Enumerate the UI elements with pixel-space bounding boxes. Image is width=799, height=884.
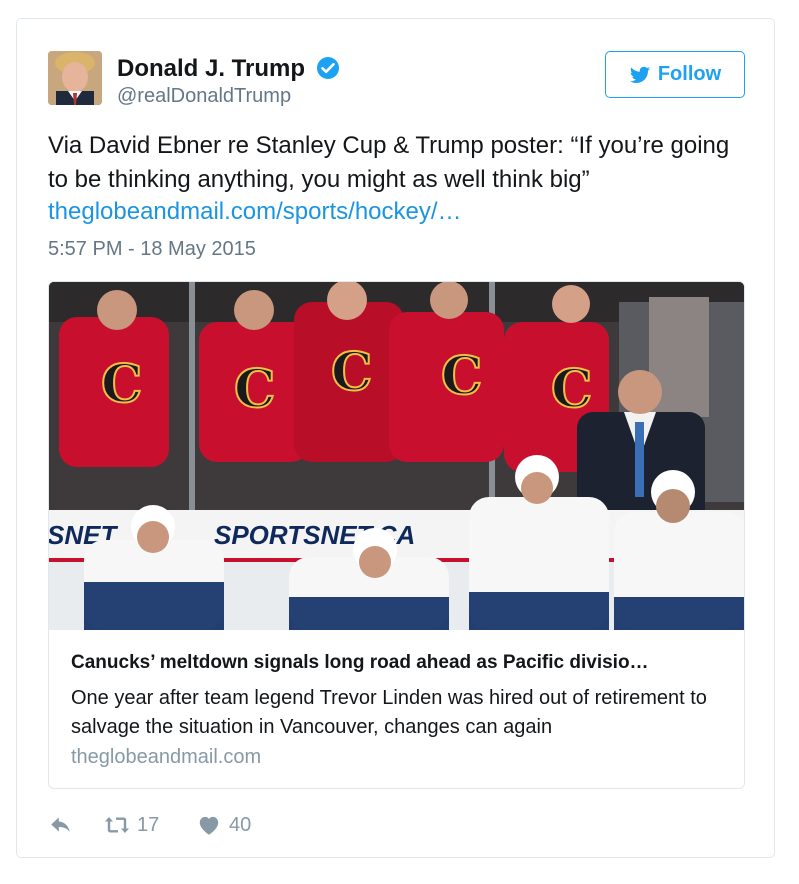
author-avatar[interactable] xyxy=(48,51,102,105)
card-domain[interactable]: theglobeandmail.com xyxy=(71,746,261,769)
hockey-bench-photo: C C C C C SNET SPORTSNET.CA xyxy=(49,282,744,630)
heart-icon xyxy=(199,816,219,835)
twitter-bird-icon xyxy=(629,66,650,83)
tweet-text: Via David Ebner re Stanley Cup & Trump p… xyxy=(48,132,730,193)
reply-icon xyxy=(51,817,70,832)
follow-button[interactable]: Follow xyxy=(605,51,745,98)
author-handle[interactable]: @realDonaldTrump xyxy=(117,85,291,108)
retweet-icon xyxy=(105,817,129,833)
reply-button[interactable] xyxy=(48,812,74,838)
tweet-card: Donald J. Trump @realDonaldTrump Follow … xyxy=(16,18,775,858)
like-button[interactable]: 40 xyxy=(196,812,251,838)
verified-badge-icon xyxy=(317,57,339,79)
retweet-button[interactable]: 17 xyxy=(104,812,159,838)
tweet-link[interactable]: theglobeandmail.com/sports/hockey/… xyxy=(48,198,462,226)
author-name[interactable]: Donald J. Trump xyxy=(117,55,305,83)
svg-text:C: C xyxy=(101,354,142,415)
link-preview-card[interactable]: C C C C C SNET SPORTSNET.CA Canucks’ mel… xyxy=(48,281,745,789)
svg-text:C: C xyxy=(234,359,275,420)
follow-label: Follow xyxy=(657,63,722,85)
card-title[interactable]: Canucks’ meltdown signals long road ahea… xyxy=(71,652,731,674)
card-image[interactable]: C C C C C SNET SPORTSNET.CA xyxy=(49,282,744,630)
retweet-count: 17 xyxy=(137,813,160,836)
svg-text:C: C xyxy=(331,342,372,403)
svg-text:C: C xyxy=(441,346,482,407)
like-count: 40 xyxy=(229,813,252,836)
svg-text:C: C xyxy=(551,359,592,420)
avatar-portrait-icon xyxy=(48,51,102,105)
tweet-timestamp[interactable]: 5:57 PM - 18 May 2015 xyxy=(48,238,256,261)
card-description: One year after team legend Trevor Linden… xyxy=(71,687,707,738)
